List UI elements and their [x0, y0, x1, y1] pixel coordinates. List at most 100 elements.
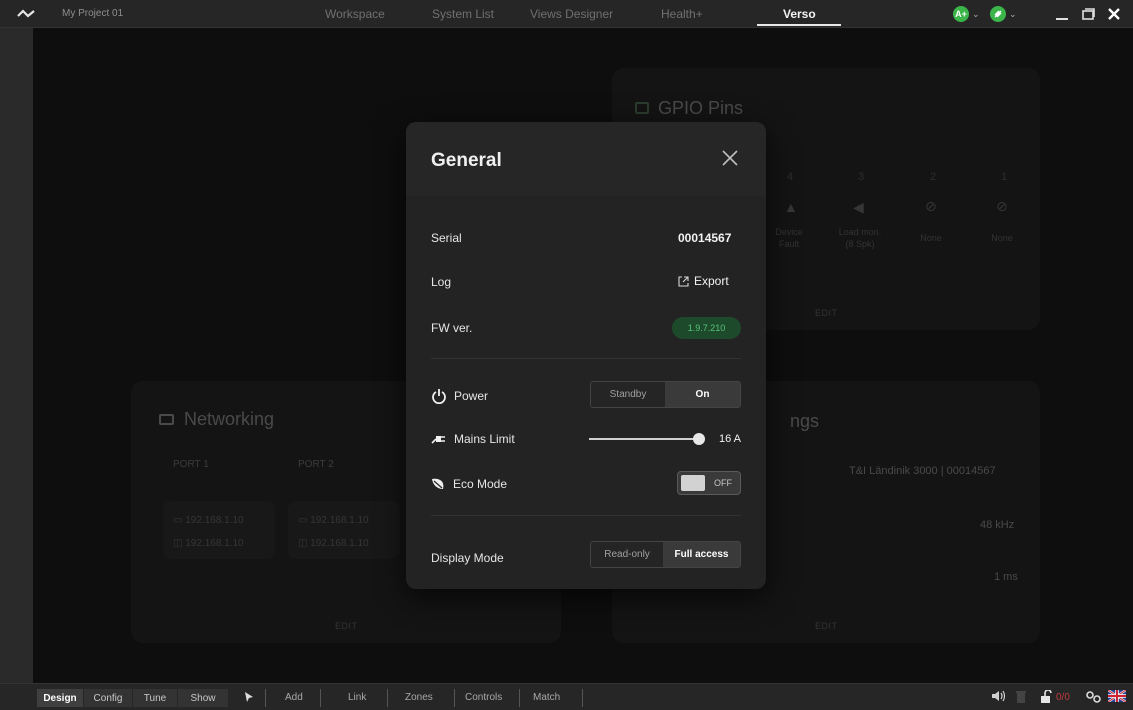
serial-label: Serial	[431, 231, 462, 245]
speaker-icon: ◀	[853, 199, 864, 215]
power-on-option[interactable]: On	[665, 382, 740, 407]
display-full-access-option[interactable]: Full access	[663, 542, 740, 567]
toggle-knob	[681, 475, 705, 491]
mode-show[interactable]: Show	[178, 689, 228, 707]
bottom-toolbar: Design Config Tune Show Add Link Zones C…	[0, 683, 1133, 710]
none-icon: ⊘	[925, 198, 937, 214]
mains-slider-track[interactable]	[589, 438, 699, 440]
mains-slider-handle[interactable]	[693, 433, 705, 445]
port-2-ip-alt: ◫ 192.168.1.10	[298, 538, 369, 549]
export-button[interactable]: Export	[678, 274, 729, 288]
power-label: Power	[454, 389, 489, 403]
eco-mode-toggle[interactable]: OFF	[677, 471, 741, 495]
port-1-label: PORT 1	[173, 459, 209, 470]
export-label: Export	[694, 274, 729, 288]
tool-controls[interactable]: Controls	[465, 692, 502, 703]
status-a-plus-dropdown[interactable]: A+ ⌄	[953, 6, 980, 22]
separator	[387, 689, 388, 707]
separator	[519, 689, 520, 707]
eco-row-label: Eco Mode	[431, 477, 507, 491]
app-logo-icon[interactable]	[0, 0, 52, 28]
chevron-down-icon: ⌄	[1009, 8, 1017, 19]
tab-system-list[interactable]: System List	[432, 7, 494, 21]
minimize-icon[interactable]	[1050, 2, 1074, 26]
tool-link[interactable]: Link	[348, 692, 366, 703]
mains-row-label: Mains Limit	[431, 432, 515, 446]
plug-icon	[431, 436, 445, 444]
eco-state: OFF	[714, 478, 732, 488]
gpio-label: Load mon. (8 Spk)	[838, 227, 882, 249]
display-readonly-option[interactable]: Read-only	[591, 542, 664, 567]
mode-config[interactable]: Config	[84, 689, 132, 707]
networking-title: Networking	[184, 409, 275, 429]
display-mode-label: Display Mode	[431, 551, 504, 565]
tool-add[interactable]: Add	[285, 692, 303, 703]
maximize-icon[interactable]	[1076, 2, 1100, 26]
separator	[582, 689, 583, 707]
port-2-label: PORT 2	[298, 459, 334, 470]
mode-tune[interactable]: Tune	[133, 689, 177, 707]
networking-edit-button[interactable]: EDIT	[335, 621, 358, 631]
power-segmented-control: Standby On	[590, 381, 741, 408]
chevron-down-icon: ⌄	[972, 8, 980, 19]
device-info: T&I Ländinik 3000 | 00014567	[849, 465, 996, 477]
port-1-box	[163, 501, 275, 559]
monitor-icon	[159, 414, 174, 425]
speaker-icon[interactable]	[991, 690, 1007, 705]
separator	[265, 689, 266, 707]
tool-match[interactable]: Match	[533, 692, 560, 703]
latency: 1 ms	[994, 571, 1018, 583]
trash-icon[interactable]	[1016, 690, 1026, 706]
error-count[interactable]: 0/0	[1056, 692, 1070, 703]
settings-icon[interactable]	[1085, 690, 1103, 707]
gpio-icon	[635, 102, 649, 114]
language-flag-icon[interactable]	[1107, 689, 1127, 705]
gpio-number: 2	[930, 171, 937, 183]
tool-zones[interactable]: Zones	[405, 692, 433, 703]
port-1-ip: ▭ 192.168.1.10	[173, 515, 244, 526]
serial-value: 00014567	[678, 231, 732, 245]
power-row-label: Power	[431, 388, 488, 404]
settings-edit-button[interactable]: EDIT	[815, 621, 838, 631]
power-standby-option[interactable]: Standby	[591, 382, 665, 407]
top-bar: My Project 01 Workspace System List View…	[0, 0, 1133, 28]
fw-label: FW ver.	[431, 321, 473, 335]
close-icon[interactable]	[720, 148, 742, 170]
tab-verso[interactable]: Verso	[783, 7, 816, 21]
settings-title: ngs	[790, 411, 820, 431]
separator	[320, 689, 321, 707]
gpio-edit-button[interactable]: EDIT	[815, 308, 838, 318]
mains-label: Mains Limit	[454, 432, 515, 446]
project-name[interactable]: My Project 01	[62, 8, 123, 19]
tab-views-designer[interactable]: Views Designer	[530, 7, 613, 21]
eco-label: Eco Mode	[453, 477, 508, 491]
gpio-number: 1	[1001, 171, 1008, 183]
tab-health[interactable]: Health+	[661, 7, 703, 21]
tab-workspace[interactable]: Workspace	[325, 7, 385, 21]
warning-icon: ▲	[784, 199, 798, 215]
pointer-icon[interactable]	[244, 691, 254, 706]
gpio-number: 3	[858, 171, 865, 183]
gpio-title: GPIO Pins	[658, 98, 744, 118]
port-2-ip: ▭ 192.168.1.10	[298, 515, 369, 526]
divider	[431, 358, 741, 359]
external-link-icon	[678, 275, 689, 287]
mains-value: 16 A	[719, 433, 742, 445]
none-icon: ⊘	[996, 198, 1008, 214]
active-tab-indicator	[757, 24, 841, 26]
general-dialog: General Serial 00014567 Log Export FW ve…	[406, 122, 766, 589]
port-2-box	[288, 501, 400, 559]
gpio-label: None	[991, 233, 1013, 243]
log-label: Log	[431, 275, 452, 289]
close-window-icon[interactable]	[1102, 2, 1126, 26]
sample-rate: 48 kHz	[980, 519, 1015, 531]
unlock-icon[interactable]	[1040, 689, 1052, 706]
power-icon	[432, 389, 446, 404]
gpio-number: 4	[787, 171, 794, 183]
status-satellite-dropdown[interactable]: ⌄	[990, 6, 1017, 22]
mode-design[interactable]: Design	[37, 689, 83, 707]
leaf-icon	[432, 478, 444, 489]
gpio-label: None	[920, 233, 942, 243]
gpio-label: Device Fault	[775, 227, 803, 249]
satellite-icon	[990, 6, 1006, 22]
